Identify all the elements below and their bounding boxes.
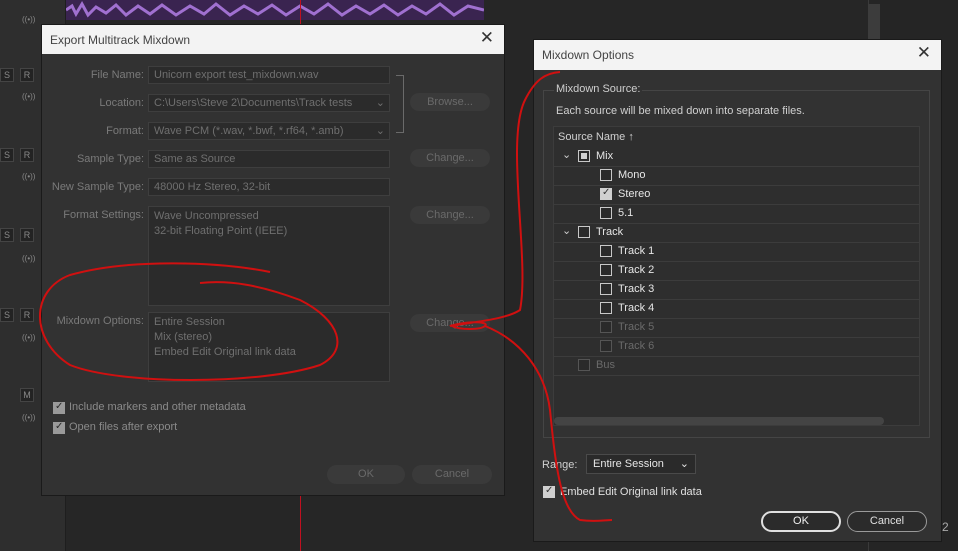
annotation-arrow-upper — [449, 71, 561, 330]
annotation-arrow-lower — [484, 325, 613, 522]
annotation-circle — [39, 262, 339, 381]
red-annotation — [39, 71, 613, 522]
